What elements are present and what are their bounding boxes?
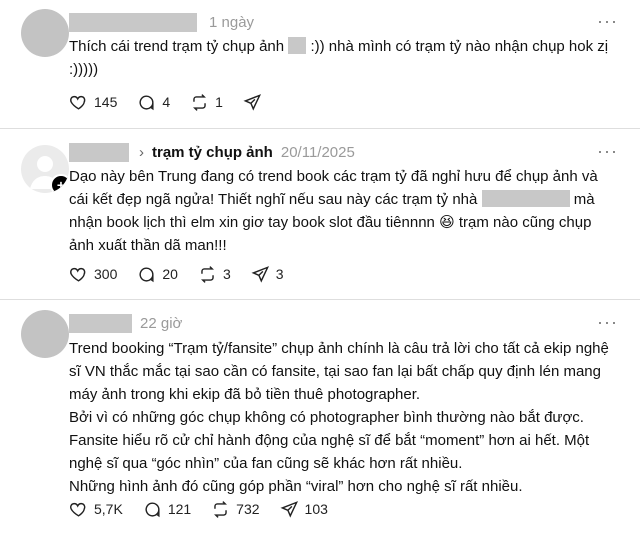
- like-count: 145: [94, 94, 118, 110]
- like-button[interactable]: 145: [69, 93, 117, 112]
- share-button[interactable]: 103: [280, 500, 328, 519]
- avatar[interactable]: [21, 310, 69, 358]
- avatar[interactable]: +: [21, 145, 69, 193]
- repost-icon: [214, 500, 228, 518]
- redacted-text: [481, 190, 570, 207]
- share-count: 103: [304, 501, 328, 517]
- post-paragraph: Những hình ảnh đó cũng góp phần “viral” …: [69, 478, 523, 495]
- username-redacted[interactable]: [69, 142, 129, 162]
- post-1: 1 ngày ··· Thích cái trend trạm tỷ chụp …: [0, 0, 640, 129]
- share-icon: [280, 500, 298, 518]
- repost-count: 3: [222, 266, 231, 282]
- post-paragraph: Trend booking “Trạm tỷ/fansite” chụp ảnh…: [69, 340, 609, 403]
- post-3: 22 giờ ··· Trend booking “Trạm tỷ/fansit…: [0, 300, 640, 534]
- comment-icon: [145, 501, 160, 517]
- post-header: 1 ngày: [69, 11, 254, 33]
- repost-button[interactable]: 3: [198, 265, 231, 284]
- post-time: 1 ngày: [209, 13, 255, 31]
- like-count: 5,7K: [94, 501, 123, 517]
- comment-icon: [139, 266, 154, 282]
- comment-button[interactable]: 4: [137, 93, 170, 112]
- avatar[interactable]: [21, 9, 69, 57]
- repost-icon: [200, 265, 214, 283]
- follow-plus-icon[interactable]: +: [50, 174, 69, 193]
- heart-icon: [70, 502, 86, 517]
- post-time: 20/11/2025: [280, 143, 355, 161]
- share-button[interactable]: [243, 93, 268, 112]
- comment-icon: [139, 94, 154, 110]
- post-time: 22 giờ: [140, 314, 183, 332]
- group-name[interactable]: trạm tỷ chụp ảnh: [152, 144, 273, 161]
- post-text: Thích cái trend trạm tỷ chụp ảnh :)) nhà…: [69, 37, 609, 78]
- comment-count: 121: [167, 501, 192, 517]
- more-icon[interactable]: ···: [597, 312, 618, 333]
- more-icon[interactable]: ···: [597, 141, 618, 162]
- like-button[interactable]: 300: [69, 265, 117, 284]
- share-button[interactable]: 3: [251, 265, 284, 284]
- chevron-right-icon: ›: [139, 143, 144, 161]
- post-header: 22 giờ: [69, 312, 182, 334]
- comment-button[interactable]: 20: [137, 265, 178, 284]
- share-count: 3: [275, 266, 284, 282]
- post-paragraph: Fansite hiểu rõ cử chỉ hành động của ngh…: [69, 432, 590, 472]
- like-button[interactable]: 5,7K: [69, 500, 123, 519]
- heart-icon: [70, 267, 86, 282]
- repost-button[interactable]: 1: [190, 93, 223, 112]
- repost-icon: [193, 93, 207, 111]
- post-2: + › trạm tỷ chụp ảnh 20/11/2025 ··· Dạo …: [0, 129, 640, 300]
- comment-count: 4: [162, 94, 171, 110]
- redacted-text: [288, 37, 307, 54]
- share-icon: [243, 93, 261, 111]
- more-icon[interactable]: ···: [597, 11, 618, 32]
- post-paragraph: Bởi vì có những góc chụp không có photog…: [69, 409, 584, 426]
- username-redacted[interactable]: [69, 12, 197, 32]
- post-actions: 5,7K 121 732 103: [69, 498, 348, 520]
- post-header: › trạm tỷ chụp ảnh 20/11/2025: [69, 141, 355, 163]
- repost-count: 732: [236, 501, 260, 517]
- post-actions: 300 20 3 3: [69, 263, 304, 285]
- share-icon: [251, 265, 269, 283]
- post-text: Trend booking “Trạm tỷ/fansite” chụp ảnh…: [69, 337, 616, 498]
- repost-count: 1: [215, 94, 223, 110]
- post-text: Dạo này bên Trung đang có trend book các…: [69, 168, 598, 254]
- repost-button[interactable]: 732: [211, 500, 260, 519]
- heart-icon: [70, 95, 86, 110]
- comment-count: 20: [162, 266, 178, 282]
- username-redacted[interactable]: [69, 313, 132, 333]
- comment-button[interactable]: 121: [143, 500, 191, 519]
- like-count: 300: [94, 266, 118, 282]
- post-actions: 145 4 1: [69, 91, 288, 113]
